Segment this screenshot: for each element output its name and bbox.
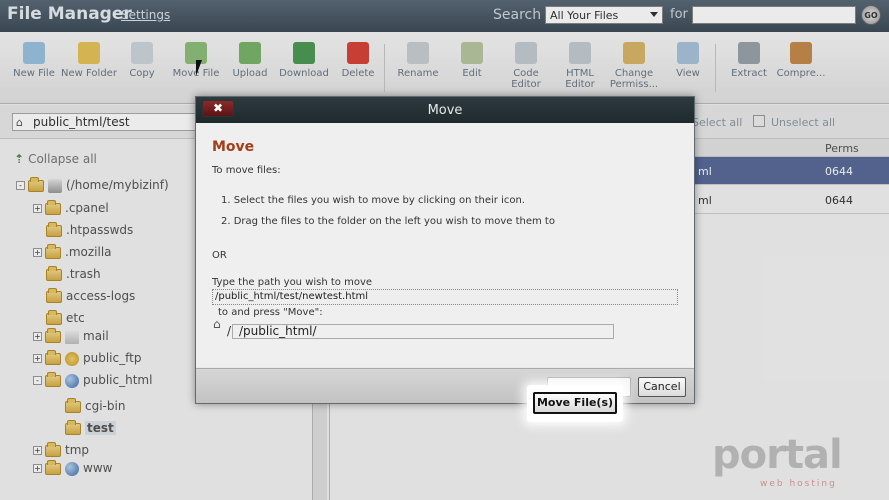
step-1-text: 1. Select the files you wish to move by …	[221, 195, 525, 206]
home-icon: ⌂	[213, 317, 221, 331]
dialog-heading: Move	[212, 139, 255, 155]
type-path-label: Type the path you wish to move	[212, 277, 373, 288]
move-dialog: Move ✖ Move To move files: 1. Select the…	[195, 96, 695, 404]
step-2-text: 2. Drag the files to the folder on the l…	[221, 216, 555, 227]
or-label: OR	[212, 250, 227, 261]
dialog-header: Move ✖	[196, 97, 694, 123]
dialog-body: Move To move files: 1. Select the files …	[196, 123, 694, 367]
source-path-field[interactable]: /public_html/test/newtest.html	[212, 289, 678, 305]
intro-text: To move files:	[212, 165, 281, 176]
brand-watermark: portal	[712, 432, 843, 478]
move-files-button[interactable]: Move File(s)	[533, 392, 617, 414]
dialog-title: Move	[427, 103, 463, 118]
press-move-label: to and press "Move":	[218, 307, 323, 318]
destination-path-input[interactable]: /public_html/	[232, 324, 614, 339]
cancel-button[interactable]: Cancel	[638, 377, 686, 397]
close-button[interactable]: ✖	[202, 100, 234, 117]
dest-root-slash: /	[227, 324, 232, 338]
brand-watermark-sub: web hosting	[760, 479, 837, 489]
